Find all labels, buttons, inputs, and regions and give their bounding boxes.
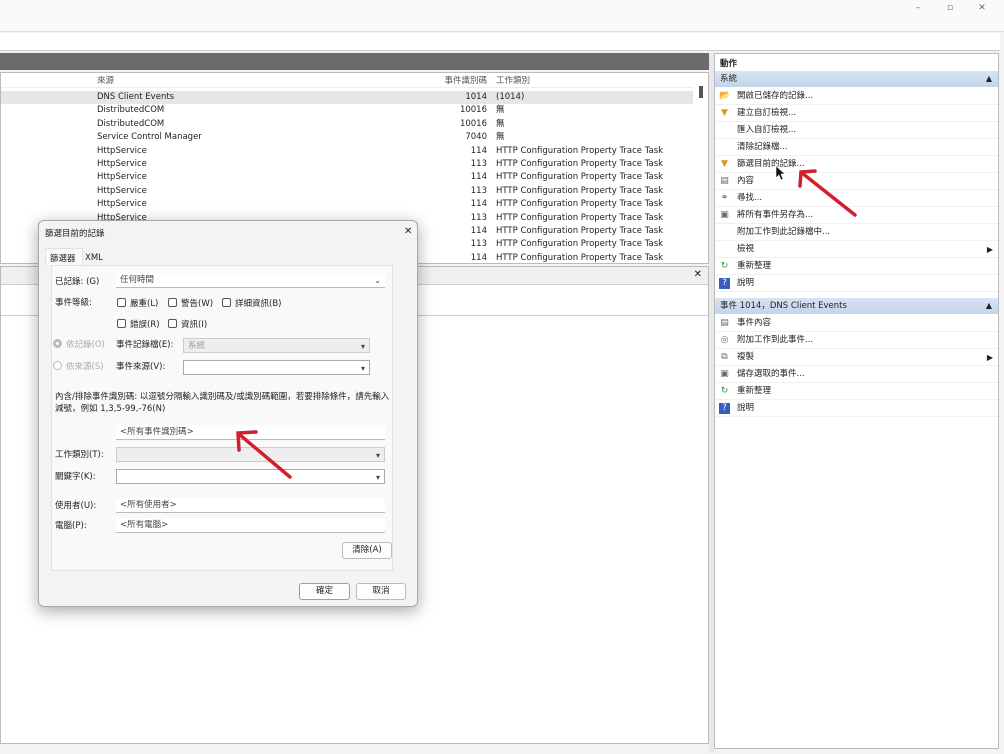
mouse-cursor-icon xyxy=(775,165,786,181)
annotation-overlay xyxy=(236,165,857,479)
annotation-arrow xyxy=(236,430,292,479)
annotation-arrow xyxy=(798,169,857,217)
